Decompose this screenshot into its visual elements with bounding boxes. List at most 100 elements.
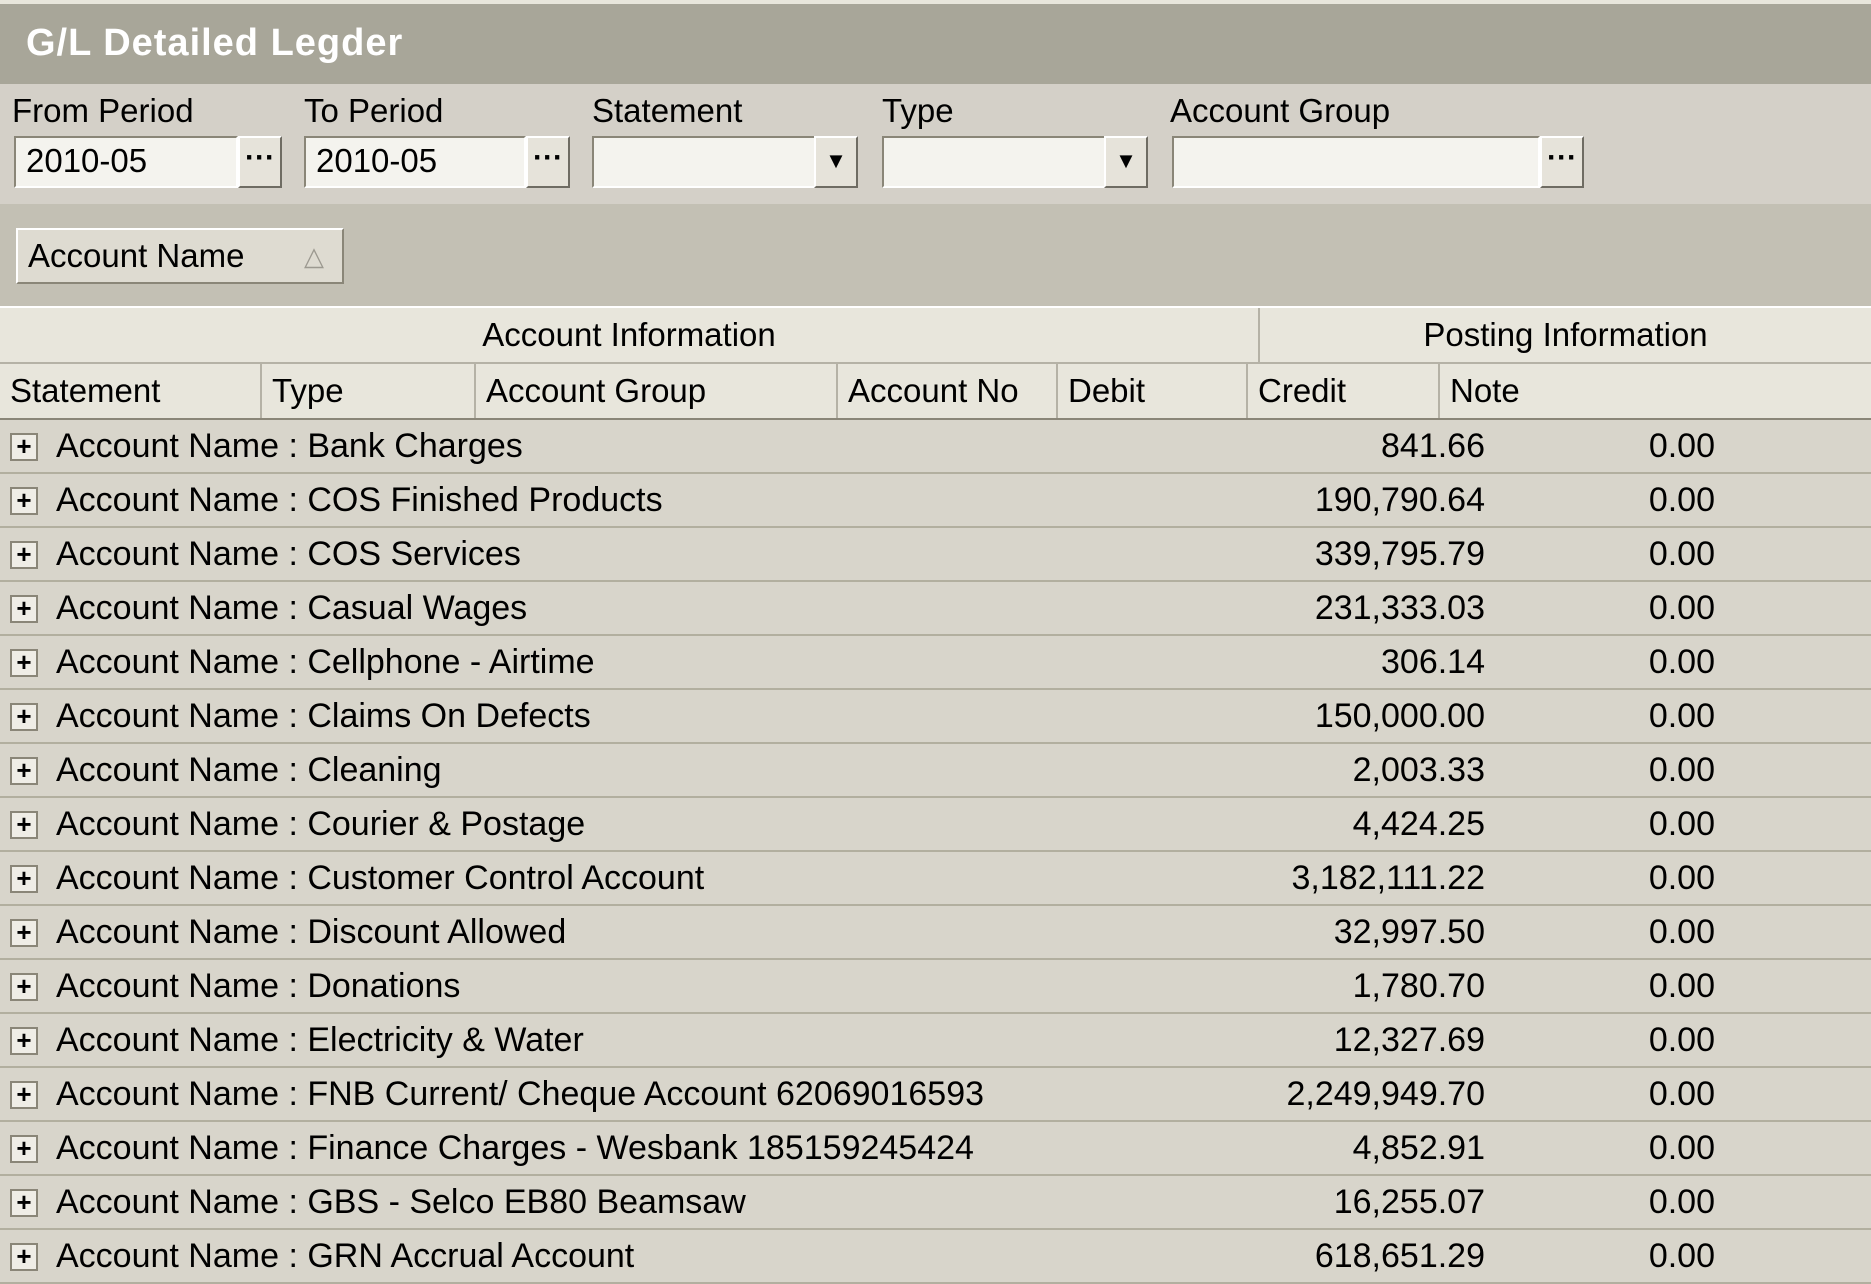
type-label: Type	[882, 92, 954, 129]
group-row-label: Account Name : Claims On Defects	[56, 697, 591, 735]
credit-cell: 0.00	[1648, 697, 1715, 735]
from-period-label: From Period	[12, 92, 194, 129]
group-row-label: Account Name : FNB Current/ Cheque Accou…	[56, 1075, 985, 1113]
expand-icon[interactable]: +	[10, 811, 38, 839]
to-period-input[interactable]: 2010-05	[304, 136, 526, 188]
expand-icon[interactable]: +	[10, 649, 38, 677]
type-select[interactable]	[882, 136, 1106, 188]
chevron-down-icon: ▼	[1115, 148, 1137, 173]
grid-body: + Account Name : Bank Charges 841.66 0.00 + A…	[0, 420, 1871, 1284]
chevron-down-icon: ▼	[825, 148, 847, 173]
to-period-lookup-button[interactable]: ···	[526, 136, 570, 188]
expand-icon[interactable]: +	[10, 595, 38, 623]
column-header-debit[interactable]: Debit	[1058, 364, 1248, 418]
filter-panel: From Period 2010-05 ··· To Period 2010-0…	[0, 84, 1871, 204]
debit-cell: 841.66	[1381, 427, 1485, 465]
debit-cell: 231,333.03	[1314, 589, 1485, 627]
sort-ascending-icon: △	[304, 241, 324, 271]
window-title: G/L Detailed Legder	[26, 22, 404, 64]
group-row-label: Account Name : Casual Wages	[56, 589, 528, 627]
debit-cell: 4,852.91	[1352, 1129, 1485, 1167]
group-row[interactable]: + Account Name : GBS - Selco EB80 Beamsaw…	[0, 1176, 1871, 1230]
expand-icon[interactable]: +	[10, 1135, 38, 1163]
group-row[interactable]: + Account Name : Claims On Defects 150,000…	[0, 690, 1871, 744]
column-header-statement[interactable]: Statement	[0, 364, 262, 418]
expand-icon[interactable]: +	[10, 865, 38, 893]
credit-cell: 0.00	[1648, 1021, 1715, 1059]
group-row[interactable]: + Account Name : Bank Charges 841.66 0.00	[0, 420, 1871, 474]
account-group-lookup-button[interactable]: ···	[1540, 136, 1584, 188]
expand-icon[interactable]: +	[10, 433, 38, 461]
debit-cell: 16,255.07	[1333, 1183, 1485, 1221]
group-row-label: Account Name : COS Finished Products	[56, 481, 663, 519]
credit-cell: 0.00	[1648, 643, 1715, 681]
debit-cell: 3,182,111.22	[1291, 859, 1485, 897]
credit-cell: 0.00	[1648, 859, 1715, 897]
statement-label: Statement	[592, 92, 743, 129]
debit-cell: 32,997.50	[1333, 913, 1485, 951]
debit-cell: 2,003.33	[1352, 751, 1485, 789]
debit-cell: 2,249,949.70	[1286, 1075, 1485, 1113]
column-header-account-group[interactable]: Account Group	[476, 364, 838, 418]
group-row-label: Account Name : COS Services	[56, 535, 521, 573]
group-chip-label: Account Name	[28, 237, 245, 274]
credit-cell: 0.00	[1648, 1183, 1715, 1221]
group-row-label: Account Name : Courier & Postage	[56, 805, 586, 843]
group-row-label: Account Name : GRN Accrual Account	[56, 1237, 635, 1275]
from-period-lookup-button[interactable]: ···	[238, 136, 282, 188]
group-by-panel: Account Name △	[0, 204, 1871, 306]
group-by-chip-account-name[interactable]: Account Name △	[16, 228, 344, 284]
expand-icon[interactable]: +	[10, 1081, 38, 1109]
group-row-label: Account Name : Discount Allowed	[56, 913, 567, 951]
band-posting-information: Posting Information	[1423, 316, 1708, 353]
credit-cell: 0.00	[1648, 535, 1715, 573]
group-row[interactable]: + Account Name : Cellphone - Airtime 306.1…	[0, 636, 1871, 690]
group-row[interactable]: + Account Name : Courier & Postage 4,424.2…	[0, 798, 1871, 852]
statement-dropdown-button[interactable]: ▼	[814, 136, 858, 188]
group-row[interactable]: + Account Name : Cleaning 2,003.33 0.00	[0, 744, 1871, 798]
debit-cell: 618,651.29	[1314, 1237, 1485, 1275]
from-period-input[interactable]: 2010-05	[14, 136, 238, 188]
type-dropdown-button[interactable]: ▼	[1104, 136, 1148, 188]
debit-cell: 1,780.70	[1352, 967, 1485, 1005]
expand-icon[interactable]: +	[10, 541, 38, 569]
expand-icon[interactable]: +	[10, 1189, 38, 1217]
expand-icon[interactable]: +	[10, 757, 38, 785]
credit-cell: 0.00	[1648, 913, 1715, 951]
credit-cell: 0.00	[1648, 967, 1715, 1005]
expand-icon[interactable]: +	[10, 973, 38, 1001]
group-row-label: Account Name : Cleaning	[56, 751, 442, 789]
column-header-note[interactable]: Note	[1440, 364, 1871, 418]
group-row[interactable]: + Account Name : FNB Current/ Cheque Acco…	[0, 1068, 1871, 1122]
credit-cell: 0.00	[1648, 1129, 1715, 1167]
column-header-account-no[interactable]: Account No	[838, 364, 1058, 418]
expand-icon[interactable]: +	[10, 919, 38, 947]
credit-cell: 0.00	[1648, 751, 1715, 789]
group-row-label: Account Name : Cellphone - Airtime	[56, 643, 595, 681]
group-row[interactable]: + Account Name : COS Services 339,795.79 0.…	[0, 528, 1871, 582]
group-row[interactable]: + Account Name : GRN Accrual Account 618,6…	[0, 1230, 1871, 1284]
group-row[interactable]: + Account Name : Discount Allowed 32,997.5…	[0, 906, 1871, 960]
column-header-type[interactable]: Type	[262, 364, 476, 418]
expand-icon[interactable]: +	[10, 1027, 38, 1055]
group-row[interactable]: + Account Name : Casual Wages 231,333.03 0.…	[0, 582, 1871, 636]
group-row[interactable]: + Account Name : Finance Charges - Wesban…	[0, 1122, 1871, 1176]
debit-cell: 306.14	[1381, 643, 1485, 681]
account-group-input[interactable]	[1172, 136, 1540, 188]
group-row[interactable]: + Account Name : Donations 1,780.70 0.00	[0, 960, 1871, 1014]
group-row[interactable]: + Account Name : COS Finished Products 190…	[0, 474, 1871, 528]
column-header-credit[interactable]: Credit	[1248, 364, 1440, 418]
band-account-information: Account Information	[0, 308, 1260, 364]
expand-icon[interactable]: +	[10, 703, 38, 731]
group-row-label: Account Name : Bank Charges	[56, 427, 523, 465]
group-row-label: Account Name : GBS - Selco EB80 Beamsaw	[56, 1183, 746, 1221]
group-row[interactable]: + Account Name : Electricity & Water 12,32…	[0, 1014, 1871, 1068]
debit-cell: 190,790.64	[1314, 481, 1485, 519]
credit-cell: 0.00	[1648, 805, 1715, 843]
title-bar: G/L Detailed Legder	[0, 0, 1871, 84]
expand-icon[interactable]: +	[10, 487, 38, 515]
statement-select[interactable]	[592, 136, 816, 188]
credit-cell: 0.00	[1648, 427, 1715, 465]
group-row[interactable]: + Account Name : Customer Control Account…	[0, 852, 1871, 906]
credit-cell: 0.00	[1648, 481, 1715, 519]
